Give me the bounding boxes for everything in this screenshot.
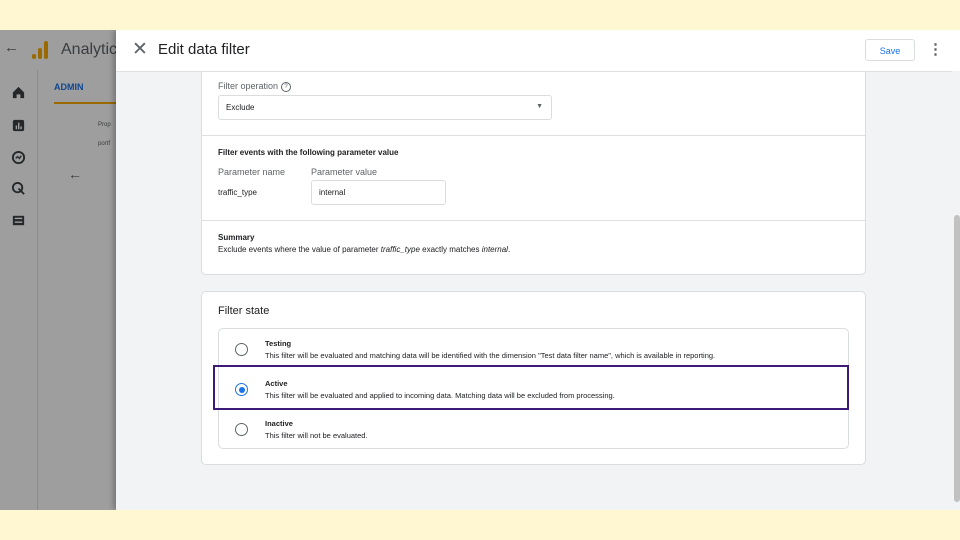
option-description: This filter will be evaluated and matchi…: [265, 351, 716, 360]
option-title: Inactive: [265, 419, 293, 428]
summary-text: Exclude events where the value of parame…: [218, 245, 511, 254]
summary-heading: Summary: [218, 233, 255, 242]
parameter-value-input[interactable]: internal: [311, 180, 446, 205]
parameter-value-header: Parameter value: [311, 167, 378, 177]
panel-title: Edit data filter: [158, 41, 250, 58]
divider: [202, 135, 865, 136]
more-vert-icon[interactable]: ⋮: [928, 40, 943, 58]
filter-operation-select[interactable]: Exclude ▼: [218, 95, 552, 120]
option-inactive[interactable]: Inactive This filter will not be evaluat…: [219, 411, 848, 449]
parameter-heading: Filter events with the following paramet…: [218, 148, 399, 157]
help-icon[interactable]: ?: [281, 82, 292, 92]
highlight-annotation-box: [213, 365, 849, 410]
edit-data-filter-panel: ✕ Edit data filter Save ⋮ Filter operati…: [116, 30, 960, 510]
panel-header: ✕ Edit data filter Save ⋮: [116, 30, 960, 72]
dropdown-arrow-icon: ▼: [536, 103, 543, 110]
filter-state-title: Filter state: [218, 305, 270, 317]
filter-operation-value: Exclude: [226, 103, 255, 112]
divider: [202, 220, 865, 221]
modal-scrim: [0, 30, 116, 510]
radio-inactive[interactable]: [235, 423, 248, 436]
option-title: Testing: [265, 339, 292, 348]
save-button[interactable]: Save: [865, 39, 915, 61]
option-description: This filter will not be evaluated.: [265, 431, 368, 440]
filter-operation-label: Filter operation?: [218, 81, 292, 92]
close-icon[interactable]: ✕: [132, 38, 148, 61]
app-window: ← Analytics ⚙ ADMIN Prop portf ← ✕ Edit …: [0, 30, 960, 510]
parameter-value-text: internal: [319, 188, 346, 197]
parameter-name-header: Parameter name: [218, 167, 286, 177]
option-testing[interactable]: Testing This filter will be evaluated an…: [219, 331, 848, 369]
parameter-name: traffic_type: [218, 188, 257, 197]
filter-details-card: Filter operation? Exclude ▼ Filter event…: [201, 72, 866, 275]
radio-testing[interactable]: [235, 343, 248, 356]
scrollbar-thumb[interactable]: [954, 215, 960, 502]
